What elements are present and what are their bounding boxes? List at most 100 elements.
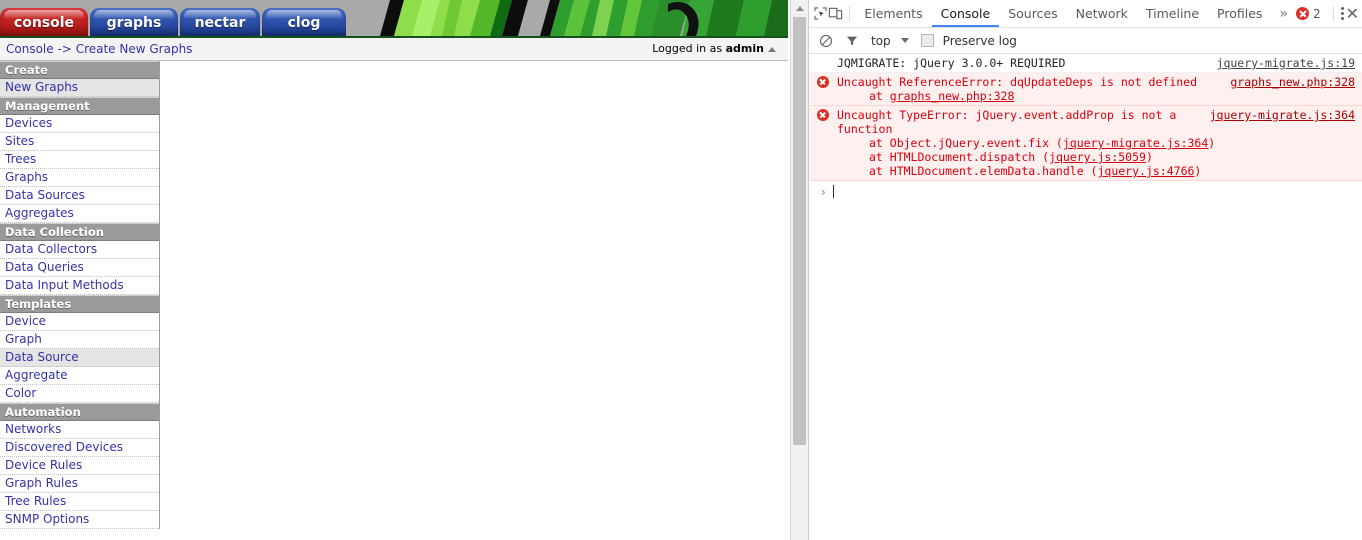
sidebar-item-data-sources[interactable]: Data Sources [0,187,159,205]
login-username: admin [725,42,764,55]
sidebar-section-data-collection: Data Collection [0,223,159,241]
cacti-logo-banner [350,0,788,36]
sidebar-item-data-collectors[interactable]: Data Collectors [0,241,159,259]
sidebar-item-snmp-options[interactable]: SNMP Options [0,511,159,529]
main-content-area [160,61,788,540]
page-scrollbar[interactable] [790,0,808,540]
console-message-text: Uncaught TypeError: jQuery.event.addProp… [837,108,1184,136]
breadcrumb-separator: -> [57,42,72,56]
tab-profiles[interactable]: Profiles [1208,1,1271,27]
error-icon [1296,7,1309,20]
console-message-text: JQMIGRATE: jQuery 3.0.0+ REQUIRED [837,56,1066,70]
tab-nectar-label: nectar [194,15,246,31]
sidebar-item-new-graphs[interactable]: New Graphs [0,79,159,97]
more-tabs-icon[interactable]: » [1271,1,1296,27]
sidebar-section-management: Management [0,97,159,115]
sidebar-item-tree-rules[interactable]: Tree Rules [0,493,159,511]
sidebar-item-data-input-methods[interactable]: Data Input Methods [0,277,159,295]
breadcrumb-current[interactable]: Create New Graphs [76,42,193,56]
kebab-dot [1340,17,1344,20]
tab-clog-label: clog [287,15,321,31]
stack-source-link[interactable]: jquery.js:5059 [1049,150,1146,164]
preserve-log-label[interactable]: Preserve log [943,34,1017,48]
sidebar-item-device[interactable]: Device [0,313,159,331]
tab-console-label: console [13,15,75,31]
stack-source-link[interactable]: graphs_new.php:328 [890,89,1015,103]
console-context-selector[interactable]: top [867,34,895,48]
sidebar-item-graph[interactable]: Graph [0,331,159,349]
breadcrumb-root[interactable]: Console [6,42,54,56]
inspect-element-glyph [814,7,827,20]
preserve-log-checkbox[interactable] [920,34,934,47]
tab-graphs-label: graphs [106,15,162,31]
console-message-error: Uncaught TypeError: jQuery.event.addProp… [809,106,1362,181]
sidebar-item-trees[interactable]: Trees [0,151,159,169]
screen: console graphs nectar clog Console -> Cr… [0,0,1362,540]
scroll-up-button[interactable] [791,0,808,16]
chevron-down-icon[interactable] [900,38,909,43]
cacti-page: console graphs nectar clog Console -> Cr… [0,0,788,540]
chevron-up-icon [796,6,804,11]
devtools-toolbar: Elements Console Sources Network Timelin… [809,0,1362,28]
tab-console[interactable]: console [0,8,88,36]
tab-timeline[interactable]: Timeline [1137,1,1208,27]
console-source-link[interactable]: jquery-migrate.js:364 [1210,108,1355,122]
console-source-link[interactable]: graphs_new.php:328 [1230,75,1355,89]
tab-nectar[interactable]: nectar [180,8,260,36]
device-toolbar-icon[interactable] [828,2,843,26]
console-message-list: JQMIGRATE: jQuery 3.0.0+ REQUIRED jquery-… [809,54,1362,181]
console-prompt[interactable]: › [809,181,1362,203]
console-stack-frame: at HTMLDocument.elemData.handle (jquery.… [869,164,1202,178]
sidebar-item-data-source[interactable]: Data Source [0,349,159,367]
sidebar-item-sites[interactable]: Sites [0,133,159,151]
kebab-dot [1340,12,1344,15]
sidebar-item-aggregates[interactable]: Aggregates [0,205,159,223]
error-icon [817,76,829,88]
sidebar-item-data-queries[interactable]: Data Queries [0,259,159,277]
sidebar-section-create: Create [0,61,159,79]
console-stack-frame: at Object.jQuery.event.fix (jquery-migra… [869,136,1216,150]
sidebar-item-device-rules[interactable]: Device Rules [0,457,159,475]
inspect-element-icon[interactable] [813,2,828,26]
error-count-label: 2 [1313,6,1321,21]
error-icon [817,109,829,121]
scrollbar-thumb[interactable] [793,17,806,445]
close-icon[interactable]: ✕ [1346,2,1359,26]
cacti-logo-svg [350,0,788,36]
filter-icon[interactable] [841,30,863,52]
sidebar-item-graphs[interactable]: Graphs [0,169,159,187]
sidebar-item-networks[interactable]: Networks [0,421,159,439]
tab-sources[interactable]: Sources [999,1,1066,27]
sidebar-item-devices[interactable]: Devices [0,115,159,133]
prompt-caret [832,185,834,198]
error-count-badge[interactable]: 2 [1296,7,1327,21]
tab-network[interactable]: Network [1067,1,1137,27]
console-filter-bar: top Preserve log [809,28,1362,54]
console-message-text: Uncaught ReferenceError: dqUpdateDeps is… [837,75,1198,89]
devtools-panel: Elements Console Sources Network Timelin… [808,0,1362,540]
tab-graphs[interactable]: graphs [90,8,178,36]
devtools-menu-icon[interactable] [1339,7,1346,20]
tab-elements[interactable]: Elements [855,1,931,27]
sidebar-section-templates: Templates [0,295,159,313]
filter-funnel-glyph [846,36,858,45]
console-source-link[interactable]: jquery-migrate.js:19 [1217,56,1355,70]
prompt-chevron-icon: › [821,185,826,199]
breadcrumb: Console -> Create New Graphs Logged in a… [0,36,788,61]
stack-source-link[interactable]: jquery-migrate.js:364 [1063,136,1208,150]
clear-console-icon[interactable] [815,30,837,52]
collapse-arrow-icon[interactable] [768,46,776,52]
stack-source-link[interactable]: jquery.js:4766 [1097,164,1194,178]
sidebar-item-color[interactable]: Color [0,385,159,403]
kebab-dot [1340,7,1344,10]
sidebar-item-aggregate[interactable]: Aggregate [0,367,159,385]
sidebar-item-discovered-devices[interactable]: Discovered Devices [0,439,159,457]
tab-console[interactable]: Console [932,1,1000,27]
console-stack-frame: at graphs_new.php:328 [869,89,1015,103]
sidebar-item-graph-rules[interactable]: Graph Rules [0,475,159,493]
sidebar-section-automation: Automation [0,403,159,421]
tab-clog[interactable]: clog [262,8,346,36]
console-message-warning: JQMIGRATE: jQuery 3.0.0+ REQUIRED jquery-… [809,54,1362,73]
console-message-error: Uncaught ReferenceError: dqUpdateDeps is… [809,73,1362,106]
login-status-text: Logged in as [652,42,726,55]
